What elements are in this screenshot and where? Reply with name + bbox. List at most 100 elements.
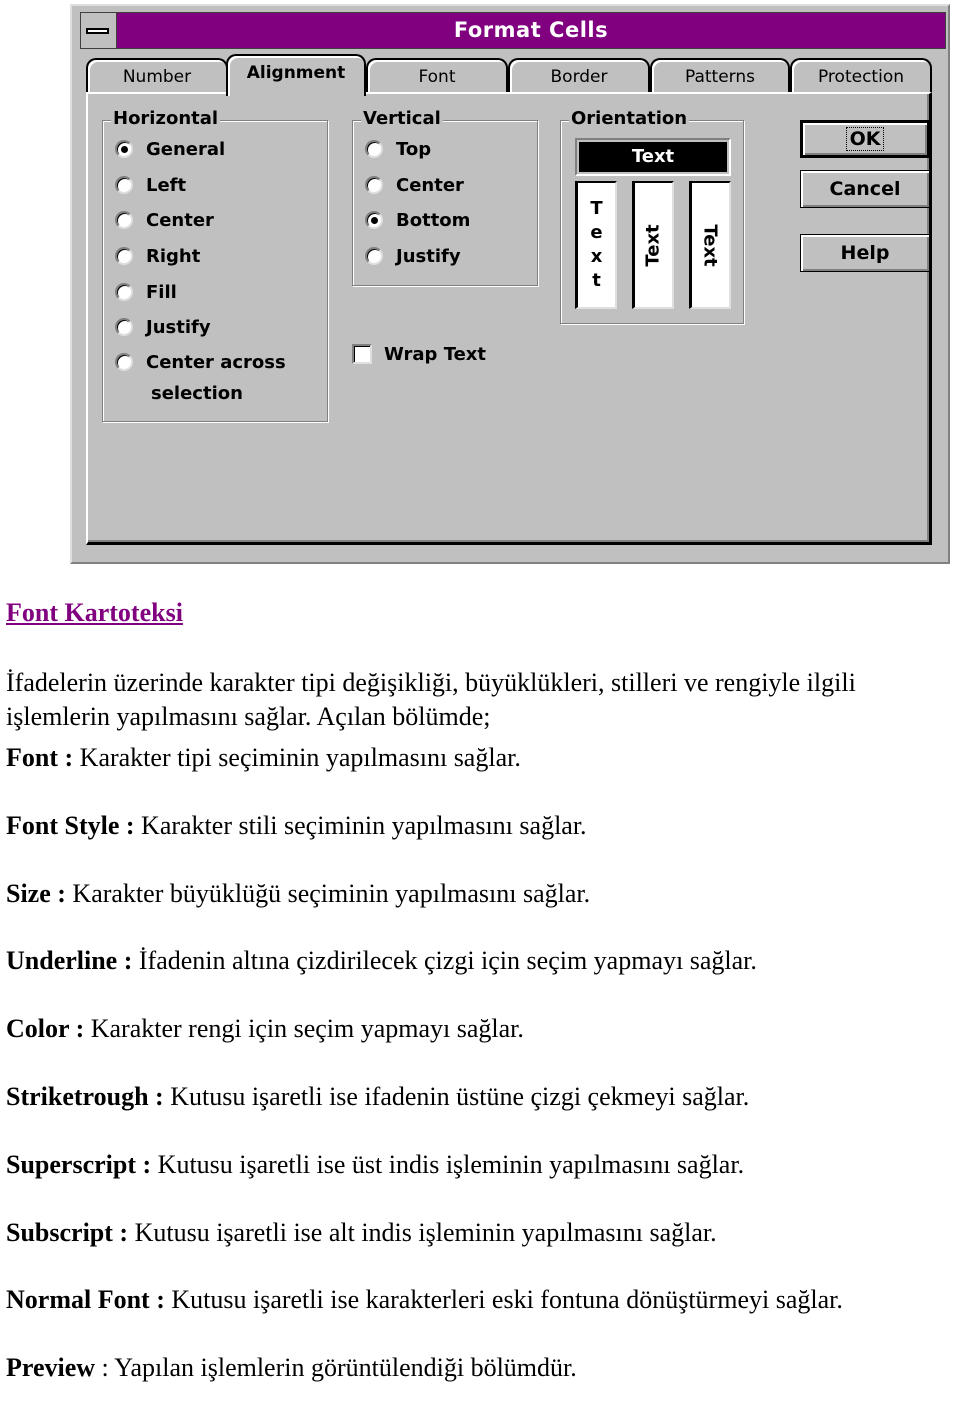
format-cells-dialog: Format Cells Number Alignment Font Borde…	[70, 4, 950, 564]
orientation-group-label: Orientation	[569, 108, 690, 130]
intro-line: işlemlerin yapılmasını sağlar. Açılan bö…	[6, 702, 491, 731]
radio-icon	[115, 176, 133, 194]
definition-term: Underline :	[6, 946, 133, 975]
radio-icon	[115, 318, 133, 336]
orientation-horizontal-option[interactable]: Text	[575, 138, 731, 176]
definition-text: Kutusu işaretli ise alt indis işleminin …	[128, 1218, 717, 1247]
orientation-rotated-up-option[interactable]: Text	[632, 181, 674, 309]
orientation-rotated-up-sample: Text	[643, 223, 664, 267]
orientation-rotated-down-sample: Text	[700, 223, 721, 267]
tab-number[interactable]: Number	[86, 58, 228, 94]
definition-item: Color : Karakter rengi için seçim yapmay…	[6, 1014, 524, 1044]
definition-text: Karakter stili seçiminin yapılmasını sağ…	[134, 811, 587, 840]
orientation-stacked-sample: T e x t	[590, 197, 602, 293]
ok-button[interactable]: OK	[800, 120, 930, 158]
intro-paragraph: İfadelerin üzerinde karakter tipi değişi…	[6, 666, 960, 734]
radio-label-line2: selection	[151, 383, 243, 404]
definition-text: Karakter tipi seçiminin yapılmasını sağl…	[73, 743, 521, 772]
definition-item: Underline : İfadenin altına çizdirilecek…	[6, 946, 757, 976]
radio-icon	[365, 140, 383, 158]
radio-label: General	[146, 138, 226, 160]
tab-border[interactable]: Border	[508, 58, 650, 94]
stacked-letter: x	[590, 246, 603, 267]
checkbox-icon	[352, 344, 372, 364]
radio-selected-icon	[115, 140, 133, 158]
definition-item: Superscript : Kutusu işaretli ise üst in…	[6, 1150, 744, 1180]
vertical-group-label: Vertical	[361, 108, 443, 130]
definition-text: : Yapılan işlemlerin görüntülendiği bölü…	[95, 1353, 577, 1382]
radio-vertical-bottom[interactable]: Bottom	[365, 207, 470, 233]
definition-item: Striketrough : Kutusu işaretli ise ifade…	[6, 1082, 749, 1112]
definition-text: Kutusu işaretli ise karakterleri eski fo…	[164, 1285, 843, 1314]
system-menu-icon	[86, 28, 109, 34]
radio-horizontal-general[interactable]: General	[115, 136, 225, 162]
vertical-group: Vertical Top Center Bottom Justify	[352, 108, 538, 286]
radio-label: Center	[146, 209, 214, 231]
section-heading-link[interactable]: Font Kartoteksi	[6, 598, 183, 628]
horizontal-group: Horizontal General Left Center Right Fil…	[102, 108, 328, 422]
definition-item: Size : Karakter büyüklüğü seçiminin yapı…	[6, 879, 590, 909]
radio-horizontal-center[interactable]: Center	[115, 207, 214, 233]
definition-text: Karakter rengi için seçim yapmayı sağlar…	[84, 1014, 524, 1043]
definition-term: Color :	[6, 1014, 85, 1043]
radio-label: Justify	[396, 245, 461, 267]
definition-term: Superscript :	[6, 1150, 152, 1179]
tab-strip: Number Alignment Font Border Patterns Pr…	[86, 54, 932, 96]
radio-label: Bottom	[396, 209, 471, 231]
cancel-button[interactable]: Cancel	[800, 170, 930, 208]
radio-label: Right	[146, 245, 201, 267]
system-menu-button[interactable]	[81, 13, 117, 48]
radio-vertical-top[interactable]: Top	[365, 136, 431, 162]
definition-item: Preview : Yapılan işlemlerin görüntülend…	[6, 1353, 577, 1383]
radio-horizontal-fill[interactable]: Fill	[115, 279, 177, 305]
radio-icon	[115, 247, 133, 265]
orientation-horizontal-sample: Text	[579, 142, 727, 172]
definition-item: Subscript : Kutusu işaretli ise alt indi…	[6, 1218, 717, 1248]
definition-term: Preview	[6, 1353, 96, 1382]
radio-horizontal-justify[interactable]: Justify	[115, 314, 211, 340]
radio-label: Left	[146, 174, 187, 196]
tab-alignment[interactable]: Alignment	[226, 54, 366, 96]
radio-vertical-center[interactable]: Center	[365, 172, 464, 198]
definition-term: Normal Font :	[6, 1285, 165, 1314]
wrap-text-checkbox[interactable]: Wrap Text	[352, 342, 486, 366]
definition-term: Font :	[6, 743, 74, 772]
orientation-stacked-option[interactable]: T e x t	[575, 181, 617, 309]
definition-item: Normal Font : Kutusu işaretli ise karakt…	[6, 1285, 843, 1315]
stacked-letter: t	[592, 270, 601, 291]
radio-icon	[115, 211, 133, 229]
definition-term: Size :	[6, 879, 66, 908]
radio-label: Top	[396, 138, 432, 160]
radio-horizontal-left[interactable]: Left	[115, 172, 186, 198]
radio-icon	[115, 353, 133, 371]
dialog-title: Format Cells	[453, 18, 609, 42]
radio-label: Fill	[146, 281, 177, 303]
definition-term: Font Style :	[6, 811, 135, 840]
radio-label: Center	[396, 174, 464, 196]
definition-text: İfadenin altına çizdirilecek çizgi için …	[132, 946, 757, 975]
intro-line: İfadelerin üzerinde karakter tipi değişi…	[6, 668, 856, 697]
horizontal-group-label: Horizontal	[111, 108, 221, 130]
tab-protection[interactable]: Protection	[790, 58, 932, 94]
wrap-text-label: Wrap Text	[384, 343, 487, 365]
tab-font[interactable]: Font	[366, 58, 508, 94]
alignment-panel: Horizontal General Left Center Right Fil…	[86, 92, 932, 545]
ok-button-label: OK	[845, 127, 885, 151]
radio-horizontal-center-across[interactable]: Center across	[115, 349, 286, 375]
help-button[interactable]: Help	[800, 234, 930, 272]
radio-selected-icon	[365, 211, 383, 229]
tab-patterns[interactable]: Patterns	[650, 58, 790, 94]
definition-text: Kutusu işaretli ise ifadenin üstüne çizg…	[163, 1082, 750, 1111]
radio-vertical-justify[interactable]: Justify	[365, 243, 461, 269]
stacked-letter: e	[590, 222, 603, 243]
orientation-group: Orientation Text T e x t Text Text	[560, 108, 744, 324]
radio-icon	[365, 247, 383, 265]
stacked-letter: T	[590, 198, 603, 219]
title-bar: Format Cells	[80, 12, 946, 49]
radio-horizontal-right[interactable]: Right	[115, 243, 200, 269]
definition-text: Karakter büyüklüğü seçiminin yapılmasını…	[65, 879, 591, 908]
radio-label: Center across	[146, 351, 286, 373]
definition-term: Striketrough :	[6, 1082, 164, 1111]
orientation-rotated-down-option[interactable]: Text	[689, 181, 731, 309]
definition-item: Font Style : Karakter stili seçiminin ya…	[6, 811, 587, 841]
